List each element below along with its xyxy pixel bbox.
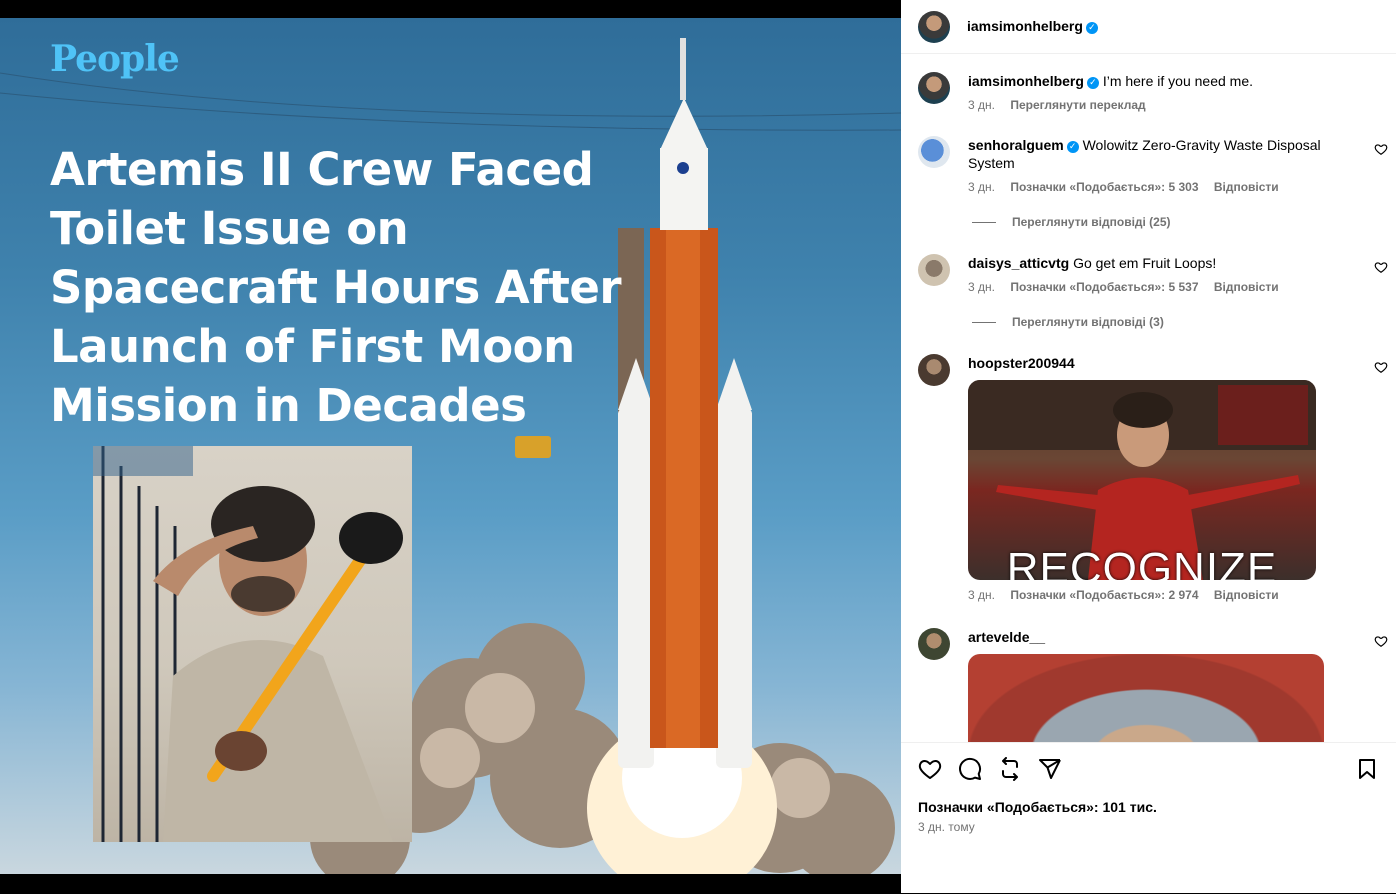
avatar[interactable] xyxy=(918,354,950,386)
comment-likes[interactable]: Позначки «Подобається»: 5 303 xyxy=(1010,180,1198,194)
comment-likes[interactable]: Позначки «Подобається»: 5 537 xyxy=(1010,280,1198,294)
comment-icon[interactable] xyxy=(958,757,982,781)
headline-line: Launch of First Moon xyxy=(50,320,575,373)
avatar[interactable] xyxy=(918,10,950,43)
see-translation-link[interactable]: Переглянути переклад xyxy=(1010,98,1145,112)
caption-comment: iamsimonhelberg ✓ I’m here if you need me… xyxy=(918,72,1388,114)
headline-line: Artemis II Crew Faced xyxy=(50,143,594,196)
bookmark-icon[interactable] xyxy=(1355,757,1379,781)
avatar[interactable] xyxy=(918,72,950,104)
repost-icon[interactable] xyxy=(998,757,1022,781)
post-media[interactable]: People Artemis II Crew Faced Toilet Issu… xyxy=(0,18,901,874)
comment-text: Go get em Fruit Loops! xyxy=(1073,255,1217,271)
reply-button[interactable]: Відповісти xyxy=(1214,180,1279,194)
comment-time[interactable]: 3 дн. xyxy=(968,98,995,112)
header-user: iamsimonhelberg ✓ xyxy=(967,18,1098,36)
like-comment-heart-icon[interactable] xyxy=(1374,634,1388,648)
like-comment-heart-icon[interactable] xyxy=(1374,360,1388,374)
verified-badge-icon: ✓ xyxy=(1085,21,1098,34)
reply-button[interactable]: Відповісти xyxy=(1214,280,1279,294)
comment-item: hoopster200944 RECOGNIZE 3 дн. Позначки … xyxy=(918,354,1388,604)
post-timestamp[interactable]: 3 дн. тому xyxy=(918,820,975,834)
post-likes-count[interactable]: Позначки «Подобається»: 101 тис. xyxy=(918,799,1157,815)
comment-gif[interactable] xyxy=(968,654,1324,742)
header-username[interactable]: iamsimonhelberg xyxy=(967,18,1083,34)
heart-icon[interactable] xyxy=(918,757,942,781)
view-replies-button[interactable]: Переглянути відповіді (3) xyxy=(972,315,1164,329)
post-header: iamsimonhelberg ✓ xyxy=(901,0,1396,54)
comments-list[interactable]: iamsimonhelberg ✓ I’m here if you need me… xyxy=(901,55,1396,742)
comment-gif[interactable]: RECOGNIZE xyxy=(968,380,1316,580)
inset-photo xyxy=(93,446,412,842)
comment-time[interactable]: 3 дн. xyxy=(968,180,995,194)
comment-username[interactable]: artevelde__ xyxy=(968,629,1045,645)
headline-line: Spacecraft Hours After xyxy=(50,261,622,314)
action-bar xyxy=(918,757,1062,781)
comment-time[interactable]: 3 дн. xyxy=(968,588,995,602)
comment-time[interactable]: 3 дн. xyxy=(968,280,995,294)
comment-item: daisys_atticvtg Go get em Fruit Loops! 3… xyxy=(918,254,1388,296)
comment-username[interactable]: iamsimonhelberg xyxy=(968,73,1084,89)
man-with-plunger-illustration xyxy=(93,446,403,842)
comment-likes[interactable]: Позначки «Подобається»: 2 974 xyxy=(1010,588,1198,602)
avatar[interactable] xyxy=(918,254,950,286)
comment-item: artevelde__ xyxy=(918,628,1388,742)
headline-line: Mission in Decades xyxy=(50,379,527,432)
comment-username[interactable]: daisys_atticvtg xyxy=(968,255,1069,271)
gif-caption: RECOGNIZE xyxy=(1006,544,1278,581)
view-replies-button[interactable]: Переглянути відповіді (25) xyxy=(972,215,1171,229)
post-details-panel: iamsimonhelberg ✓ iamsimonhelberg ✓ I’m he… xyxy=(901,0,1396,893)
comment-item: senhoralguem ✓ Wolowitz Zero-Gravity Wast… xyxy=(918,136,1388,196)
verified-badge-icon: ✓ xyxy=(1086,77,1099,89)
avatar[interactable] xyxy=(918,136,950,168)
comment-username[interactable]: senhoralguem xyxy=(968,137,1064,153)
save-button[interactable] xyxy=(1355,757,1379,781)
comment-username[interactable]: hoopster200944 xyxy=(968,355,1075,371)
reply-button[interactable]: Відповісти xyxy=(1214,588,1279,602)
publisher-logo: People xyxy=(50,38,180,80)
comment-text: I’m here if you need me. xyxy=(1102,73,1253,89)
headline-line: Toilet Issue on xyxy=(50,202,409,255)
avatar[interactable] xyxy=(918,628,950,660)
post-actions: Позначки «Подобається»: 101 тис. 3 дн. т… xyxy=(901,742,1396,894)
like-comment-heart-icon[interactable] xyxy=(1374,260,1388,274)
post-headline: Artemis II Crew Faced Toilet Issue on Sp… xyxy=(50,140,622,435)
verified-badge-icon: ✓ xyxy=(1066,141,1079,153)
share-icon[interactable] xyxy=(1038,757,1062,781)
like-comment-heart-icon[interactable] xyxy=(1374,142,1388,156)
